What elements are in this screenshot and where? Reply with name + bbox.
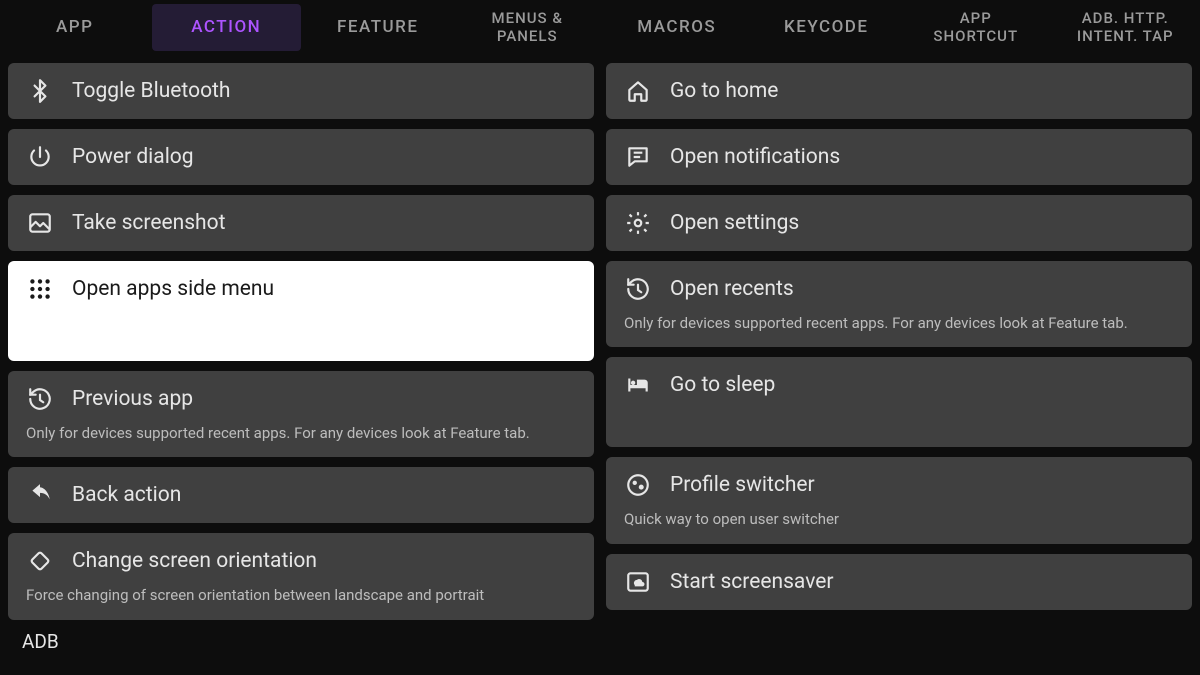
action-previous-app[interactable]: Previous app Only for devices supported r…: [8, 371, 594, 457]
action-subtitle: Only for devices supported recent apps. …: [624, 313, 1174, 333]
action-subtitle: Force changing of screen orientation bet…: [26, 585, 576, 605]
grid-icon: [26, 275, 54, 303]
history-icon: [624, 275, 652, 303]
tab-menus-panels[interactable]: MENUS & PANELS: [453, 0, 603, 55]
tab-app-shortcut[interactable]: APP SHORTCUT: [901, 0, 1051, 55]
left-column: Toggle Bluetooth Power dialog Take screens…: [8, 63, 594, 620]
action-label: Change screen orientation: [72, 549, 317, 573]
tab-app[interactable]: APP: [0, 0, 150, 55]
action-label: Open settings: [670, 211, 799, 235]
home-icon: [624, 77, 652, 105]
action-power-dialog[interactable]: Power dialog: [8, 129, 594, 185]
action-go-to-home[interactable]: Go to home: [606, 63, 1192, 119]
action-label: Open apps side menu: [72, 277, 274, 301]
action-label: Profile switcher: [670, 473, 815, 497]
action-label: Start screensaver: [670, 570, 834, 594]
bluetooth-icon: [26, 77, 54, 105]
action-label: Previous app: [72, 387, 193, 411]
content-area: Toggle Bluetooth Power dialog Take screens…: [0, 55, 1200, 620]
action-label: Go to sleep: [670, 373, 775, 397]
footer-truncated: ADB: [0, 620, 1200, 653]
bed-icon: [624, 371, 652, 399]
action-back-action[interactable]: Back action: [8, 467, 594, 523]
action-start-screensaver[interactable]: Start screensaver: [606, 554, 1192, 610]
action-open-apps-side-menu[interactable]: Open apps side menu: [8, 261, 594, 361]
action-label: Open notifications: [670, 145, 840, 169]
tab-adb-http-intent-tap[interactable]: ADB. HTTP. INTENT. TAP: [1051, 0, 1200, 55]
action-go-to-sleep[interactable]: Go to sleep: [606, 357, 1192, 447]
action-subtitle: Only for devices supported recent apps. …: [26, 423, 576, 443]
tab-feature[interactable]: FEATURE: [303, 0, 453, 55]
tab-macros[interactable]: MACROS: [602, 0, 752, 55]
profile-icon: [624, 471, 652, 499]
history-icon: [26, 385, 54, 413]
message-icon: [624, 143, 652, 171]
tab-keycode[interactable]: KEYCODE: [752, 0, 902, 55]
action-label: Power dialog: [72, 145, 194, 169]
gear-icon: [624, 209, 652, 237]
action-label: Toggle Bluetooth: [72, 79, 230, 103]
action-label: Take screenshot: [72, 211, 225, 235]
power-icon: [26, 143, 54, 171]
action-label: Back action: [72, 483, 181, 507]
tab-bar: APPACTIONFEATUREMENUS & PANELSMACROSKEYC…: [0, 0, 1200, 55]
cloud-icon: [624, 568, 652, 596]
undo-icon: [26, 481, 54, 509]
action-open-recents[interactable]: Open recents Only for devices supported r…: [606, 261, 1192, 347]
tab-action[interactable]: ACTION: [152, 4, 302, 51]
rotate-icon: [26, 547, 54, 575]
action-label: Open recents: [670, 277, 794, 301]
action-open-notifications[interactable]: Open notifications: [606, 129, 1192, 185]
action-change-screen-orientation[interactable]: Change screen orientation Force changing …: [8, 533, 594, 619]
action-label: Go to home: [670, 79, 778, 103]
action-subtitle: Quick way to open user switcher: [624, 509, 1174, 529]
action-profile-switcher[interactable]: Profile switcher Quick way to open user s…: [606, 457, 1192, 543]
action-toggle-bluetooth[interactable]: Toggle Bluetooth: [8, 63, 594, 119]
action-open-settings[interactable]: Open settings: [606, 195, 1192, 251]
action-take-screenshot[interactable]: Take screenshot: [8, 195, 594, 251]
right-column: Go to home Open notifications Open setting…: [606, 63, 1192, 620]
image-icon: [26, 209, 54, 237]
